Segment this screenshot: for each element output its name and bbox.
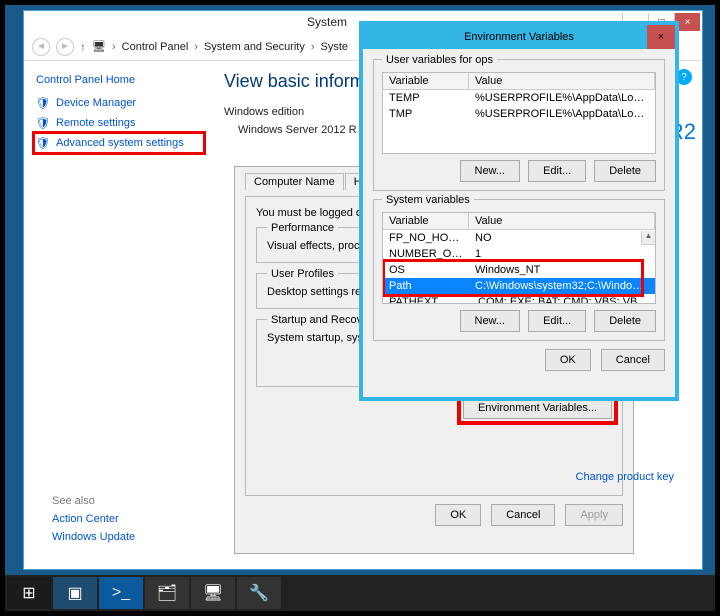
task-file-explorer[interactable]: 🗂: [145, 577, 189, 609]
env-ok-button[interactable]: OK: [545, 349, 591, 371]
sys-new-button[interactable]: New...: [460, 310, 521, 332]
table-row: FP_NO_HOST_CH... NO: [383, 230, 655, 246]
profiles-legend: User Profiles: [267, 268, 338, 280]
table-row: NUMBER_OF_PRO... 1: [383, 246, 655, 262]
col-header-variable[interactable]: Variable: [383, 213, 469, 229]
col-header-variable[interactable]: Variable: [383, 73, 469, 89]
table-row: TMP %USERPROFILE%\AppData\Local\Temp: [383, 106, 655, 122]
task-control-panel[interactable]: 🖥: [191, 577, 235, 609]
env-dialog-title: Environment Variables: [464, 31, 574, 43]
user-variables-group: User variables for ops Variable Value TE…: [373, 59, 665, 191]
user-edit-button[interactable]: Edit...: [528, 160, 586, 182]
env-dialog-close-button[interactable]: ×: [647, 25, 675, 49]
seealso-windows-update[interactable]: Windows Update: [52, 531, 135, 543]
apply-button[interactable]: Apply: [565, 504, 623, 526]
start-button[interactable]: ⊞: [7, 577, 51, 609]
col-header-value[interactable]: Value: [469, 213, 655, 229]
system-variables-group: System variables ▲ Variable Value FP_NO_…: [373, 199, 665, 341]
user-variables-legend: User variables for ops: [382, 54, 497, 66]
sidebar-item-label: Remote settings: [56, 117, 135, 129]
performance-legend: Performance: [267, 222, 338, 234]
env-dialog-titlebar[interactable]: Environment Variables ×: [363, 25, 675, 49]
seealso-header: See also: [52, 495, 135, 507]
sidebar-item-label: Advanced system settings: [56, 137, 184, 149]
scroll-up-button[interactable]: ▲: [641, 231, 655, 245]
breadcrumb-seg[interactable]: Control Panel: [122, 41, 189, 53]
system-variables-grid[interactable]: ▲ Variable Value FP_NO_HOST_CH... NO NUM…: [382, 212, 656, 304]
desktop: System – □ × ◄ ► ↑ 🖥 › Control Panel › S…: [5, 5, 715, 611]
taskbar: ⊞ ▣ >_ 🗂 🖥 🔧: [5, 575, 715, 611]
change-product-key-link[interactable]: Change product key: [576, 471, 674, 483]
sidebar-header[interactable]: Control Panel Home: [34, 71, 204, 89]
table-row: OS Windows_NT: [383, 262, 655, 278]
col-header-value[interactable]: Value: [469, 73, 655, 89]
env-cancel-button[interactable]: Cancel: [601, 349, 665, 371]
task-powershell[interactable]: >_: [99, 577, 143, 609]
user-new-button[interactable]: New...: [460, 160, 521, 182]
back-button[interactable]: ◄: [32, 38, 50, 56]
seealso-action-center[interactable]: Action Center: [52, 513, 135, 525]
table-row-selected: Path C:\Windows\system32;C:\Windows;C:\W…: [383, 278, 655, 294]
cancel-button[interactable]: Cancel: [491, 504, 555, 526]
sys-delete-button[interactable]: Delete: [594, 310, 656, 332]
control-panel-sidebar: Control Panel Home 🛡 Device Manager 🛡 Re…: [24, 61, 204, 569]
shield-icon: 🛡: [36, 116, 50, 130]
user-delete-button[interactable]: Delete: [594, 160, 656, 182]
forward-button[interactable]: ►: [56, 38, 74, 56]
sidebar-item-device-manager[interactable]: 🛡 Device Manager: [34, 93, 204, 113]
breadcrumb-seg[interactable]: Syste: [321, 41, 349, 53]
task-server-manager[interactable]: ▣: [53, 577, 97, 609]
user-variables-grid[interactable]: Variable Value TEMP %USERPROFILE%\AppDat…: [382, 72, 656, 154]
shield-icon: 🛡: [36, 96, 50, 110]
task-app[interactable]: 🔧: [237, 577, 281, 609]
breadcrumb-icon: 🖥: [92, 40, 106, 53]
breadcrumb-seg[interactable]: System and Security: [204, 41, 305, 53]
table-row: PATHEXT .COM;.EXE;.BAT;.CMD;.VBS;.VBE;.J…: [383, 294, 655, 304]
sys-edit-button[interactable]: Edit...: [528, 310, 586, 332]
table-row: TEMP %USERPROFILE%\AppData\Local\Temp: [383, 90, 655, 106]
sidebar-item-remote-settings[interactable]: 🛡 Remote settings: [34, 113, 204, 133]
ok-button[interactable]: OK: [435, 504, 481, 526]
up-button[interactable]: ↑: [80, 40, 86, 54]
tab-computer-name[interactable]: Computer Name: [245, 173, 344, 190]
sidebar-item-advanced-system-settings[interactable]: 🛡 Advanced system settings: [34, 133, 204, 153]
sidebar-item-label: Device Manager: [56, 97, 136, 109]
shield-icon: 🛡: [36, 136, 50, 150]
system-variables-legend: System variables: [382, 194, 474, 206]
environment-variables-dialog: Environment Variables × User variables f…: [359, 21, 679, 401]
